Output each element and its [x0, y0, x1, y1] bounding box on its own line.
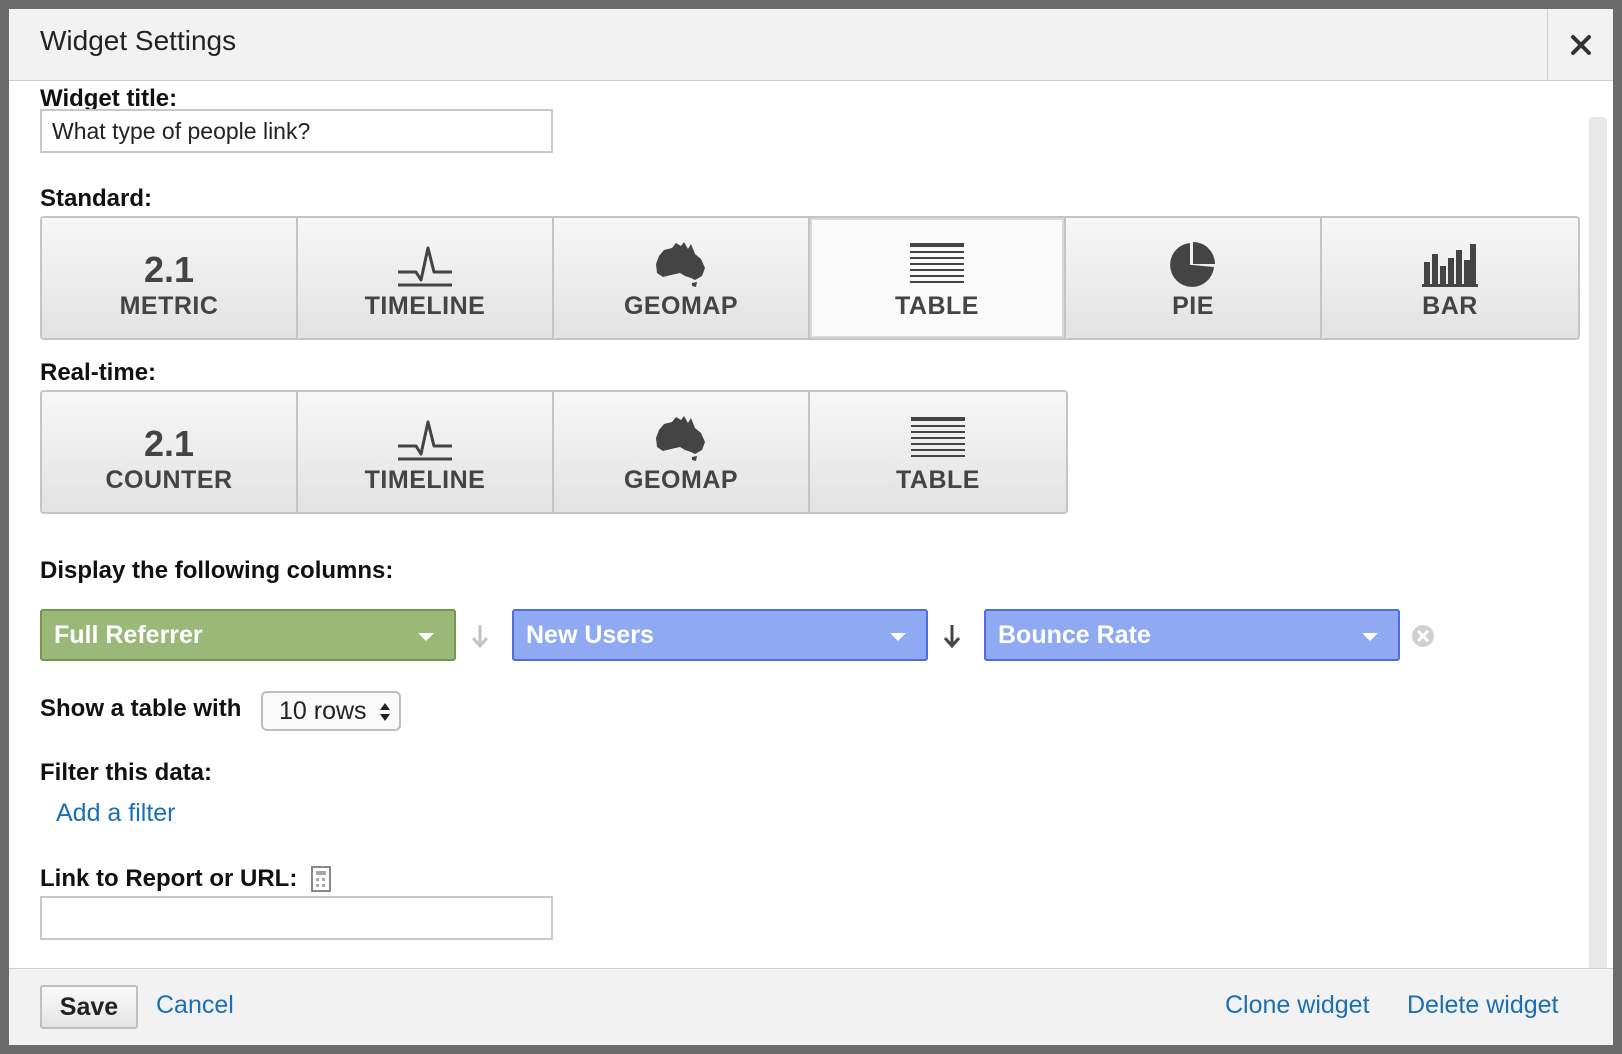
filter-label: Filter this data:: [40, 759, 213, 786]
table-lines-icon: [911, 417, 965, 457]
standard-timeline-label: TIMELINE: [364, 292, 486, 320]
column-select-new-users[interactable]: New Users: [512, 609, 928, 661]
cancel-link[interactable]: Cancel: [156, 991, 234, 1020]
save-button[interactable]: Save: [40, 985, 138, 1029]
bar-chart-icon: [1422, 244, 1478, 287]
standard-table-label: TABLE: [895, 292, 979, 320]
chevron-down-icon: [418, 633, 434, 641]
table-lines-icon: [910, 243, 964, 283]
rows-select[interactable]: 10 rows: [261, 691, 401, 731]
realtime-geomap-label: GEOMAP: [623, 466, 739, 494]
add-filter-link[interactable]: Add a filter: [56, 799, 176, 828]
column-select-value: Full Referrer: [54, 620, 203, 649]
widget-title-input[interactable]: [40, 109, 553, 153]
counter-2.1-icon: 2.1: [143, 423, 195, 464]
chevron-down-icon: [1362, 633, 1378, 641]
clone-widget-link[interactable]: Clone widget: [1225, 991, 1370, 1020]
rows-label: Show a table with: [40, 695, 242, 722]
delete-widget-link[interactable]: Delete widget: [1407, 991, 1558, 1020]
sort-arrow-down-icon[interactable]: [470, 623, 490, 649]
pie-chart-icon: [1170, 242, 1215, 287]
realtime-timeline-button[interactable]: TIMELINE: [298, 392, 554, 512]
standard-geomap-button[interactable]: GEOMAP: [554, 218, 810, 338]
column-select-bounce-rate[interactable]: Bounce Rate: [984, 609, 1400, 661]
standard-pie-button[interactable]: PIE: [1066, 218, 1322, 338]
report-picker-icon[interactable]: [311, 866, 332, 892]
realtime-table-label: TABLE: [896, 466, 980, 494]
sort-arrow-down-icon[interactable]: [942, 623, 962, 649]
widget-settings-dialog: Widget Settings Widget title: Standard: …: [0, 0, 1622, 1054]
standard-metric-button[interactable]: 2.1 METRIC: [42, 218, 298, 338]
metric-2.1-icon: 2.1: [143, 249, 195, 290]
column-select-full-referrer[interactable]: Full Referrer: [40, 609, 456, 661]
standard-geomap-label: GEOMAP: [623, 292, 739, 320]
realtime-table-button[interactable]: TABLE: [810, 392, 1066, 512]
chevron-down-icon: [890, 633, 906, 641]
standard-label: Standard:: [40, 185, 153, 212]
link-label-row: Link to Report or URL:: [40, 865, 332, 893]
realtime-label: Real-time:: [40, 359, 157, 386]
realtime-type-buttons: 2.1 COUNTER TIMELINE GEOMAP TABLE: [40, 390, 1068, 514]
close-button[interactable]: [1547, 9, 1613, 80]
columns-label: Display the following columns:: [40, 557, 394, 584]
remove-column-icon[interactable]: [1411, 624, 1435, 648]
up-down-arrows-icon: [380, 703, 390, 721]
australia-map-icon: [656, 242, 705, 287]
dialog-header: Widget Settings: [9, 9, 1613, 81]
dialog-footer: Save Cancel Clone widget Delete widget: [9, 968, 1613, 1045]
realtime-geomap-button[interactable]: GEOMAP: [554, 392, 810, 512]
standard-bar-button[interactable]: BAR: [1322, 218, 1578, 338]
scrollbar[interactable]: [1589, 117, 1607, 979]
column-select-value: Bounce Rate: [998, 620, 1151, 649]
australia-map-icon: [656, 416, 705, 461]
standard-type-buttons: 2.1 METRIC TIMELINE GEOMAP TABLE PIE BAR: [40, 216, 1580, 340]
dialog-title: Widget Settings: [40, 25, 237, 56]
realtime-counter-label: COUNTER: [105, 466, 233, 494]
standard-metric-label: METRIC: [119, 292, 219, 320]
standard-timeline-button[interactable]: TIMELINE: [298, 218, 554, 338]
realtime-counter-button[interactable]: 2.1 COUNTER: [42, 392, 298, 512]
rows-select-value: 10 rows: [279, 696, 367, 725]
realtime-timeline-label: TIMELINE: [364, 466, 486, 494]
standard-table-button[interactable]: TABLE: [810, 218, 1066, 338]
close-icon: [1570, 34, 1591, 55]
standard-pie-label: PIE: [1172, 292, 1214, 320]
timeline-icon: [398, 246, 452, 287]
link-url-input[interactable]: [40, 896, 553, 940]
timeline-icon: [398, 420, 452, 461]
standard-bar-label: BAR: [1422, 292, 1478, 320]
column-select-value: New Users: [526, 620, 654, 649]
link-label: Link to Report or URL:: [40, 865, 298, 892]
